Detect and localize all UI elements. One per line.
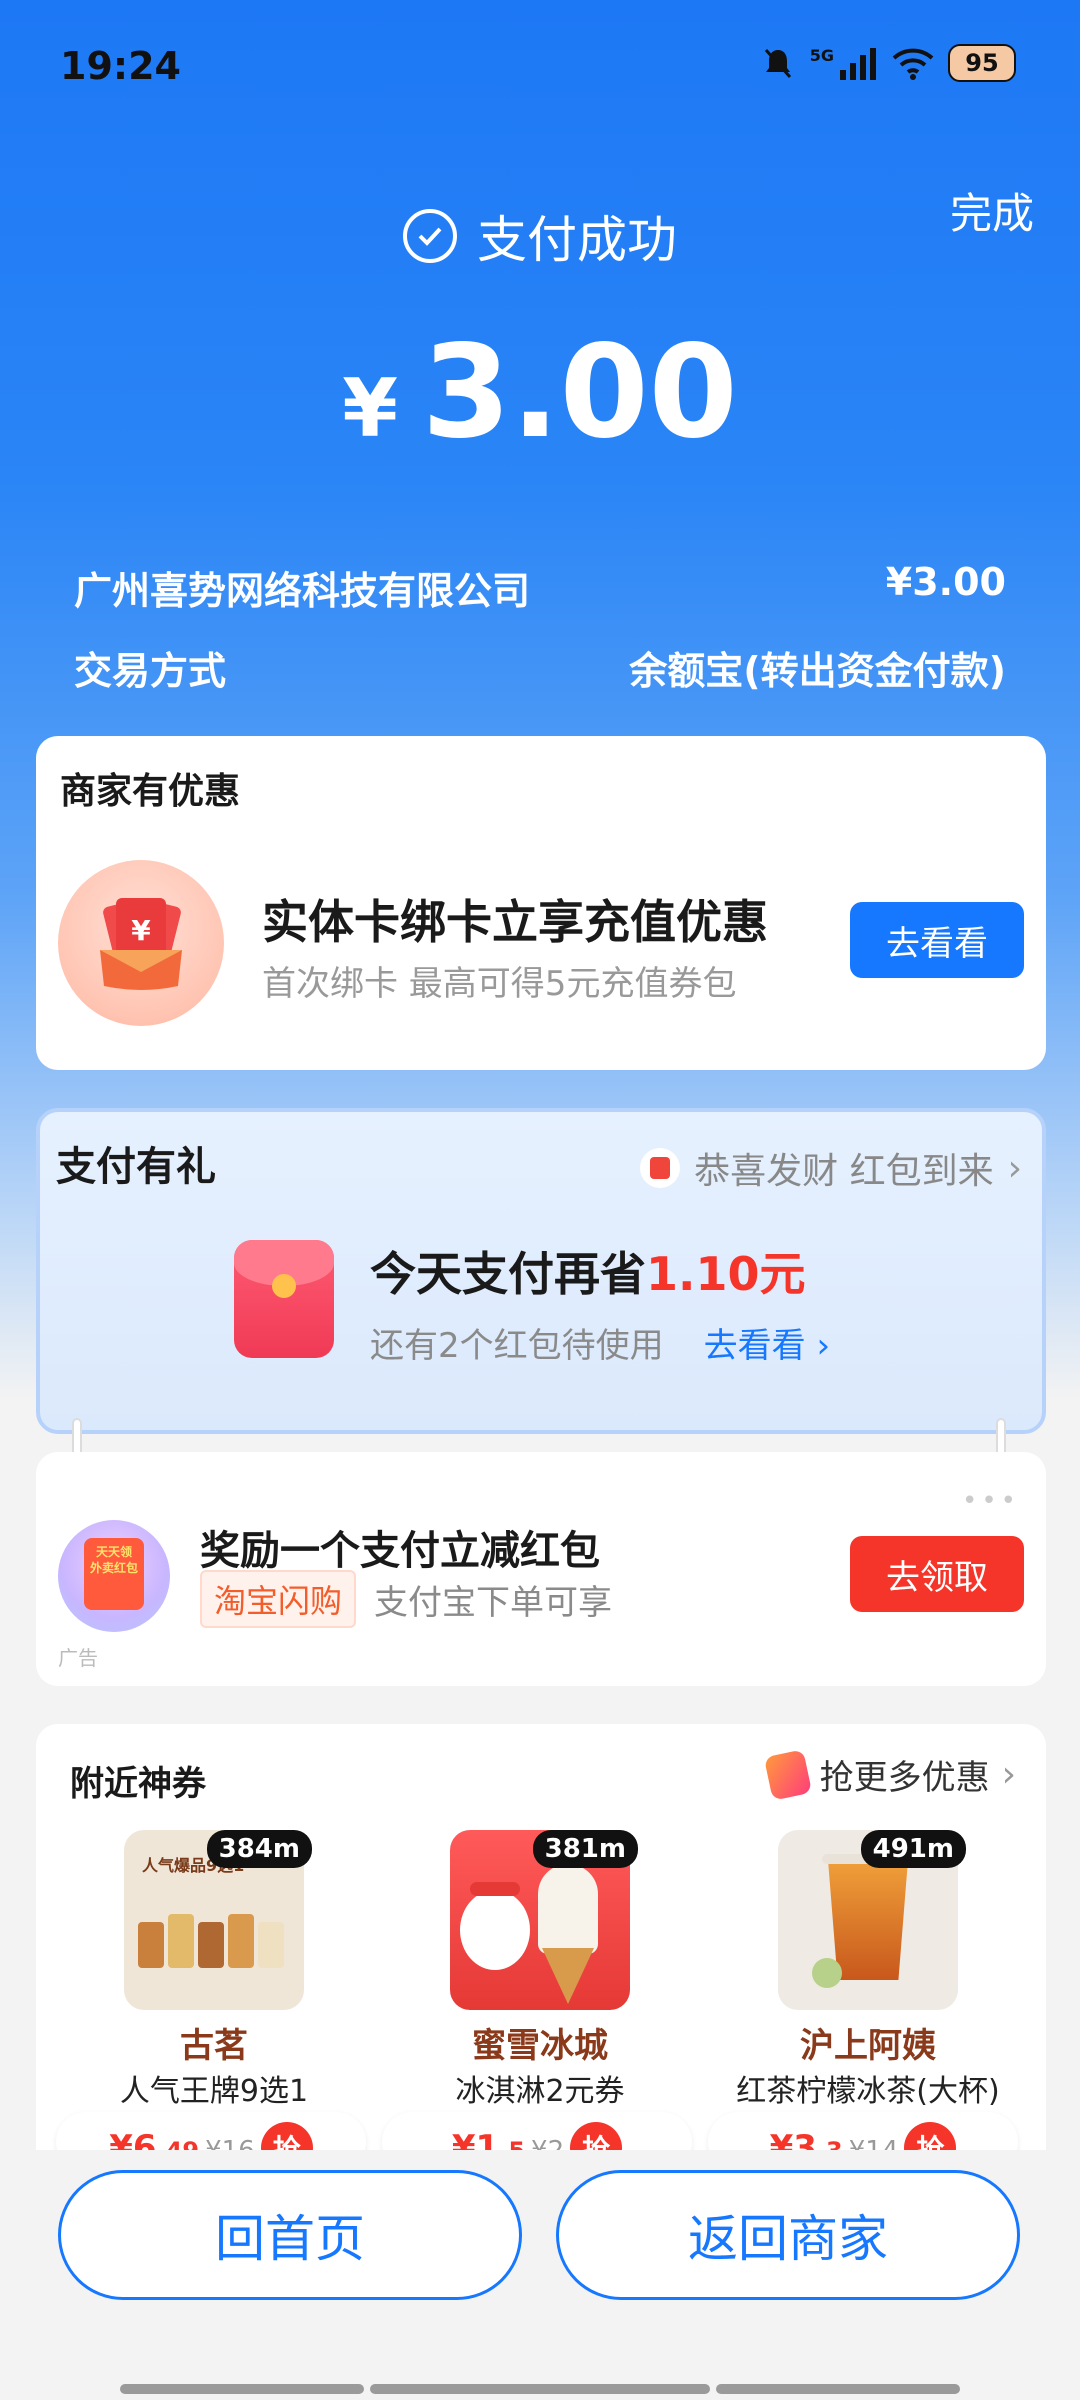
ad-subline-row: 淘宝闪购 支付宝下单可享	[200, 1570, 612, 1628]
status-time: 19:24	[60, 44, 181, 88]
red-envelope-icon: ¥	[58, 860, 224, 1026]
pay-gift-headline-prefix: 今天支付再省	[370, 1247, 646, 1301]
mute-bell-icon	[764, 49, 791, 78]
nav-segment-1	[120, 2384, 364, 2394]
claim-button[interactable]: 去领取	[850, 1536, 1024, 1612]
ad-card: ••• 天天领 外卖红包 奖励一个支付立减红包 淘宝闪购 支付宝下单可享 去领取…	[36, 1452, 1046, 1686]
shop-name: 沪上阿姨	[800, 2026, 936, 2066]
back-to-merchant-button[interactable]: 返回商家	[556, 2170, 1020, 2300]
ad-subline: 支付宝下单可享	[374, 1582, 613, 1623]
merchant-offer-headline: 实体卡绑卡立享充值优惠	[262, 895, 768, 949]
distance-badge: 381m	[532, 1830, 638, 1868]
method-value: 余额宝(转出资金付款)	[629, 649, 1006, 693]
ad-icon: 天天领 外卖红包	[58, 1520, 170, 1632]
ad-icon-text-1: 天天领	[95, 1545, 132, 1559]
pay-gift-link-text: 恭喜发财 红包到来	[694, 1151, 994, 1192]
pay-gift-view-link[interactable]: 去看看 ›	[704, 1318, 830, 1367]
pay-gift-card: 支付有礼 恭喜发财 红包到来 › 今天支付再省1.10元 还有2个红包待使用 去…	[36, 1108, 1046, 1434]
more-offers-link[interactable]: 抢更多优惠 ›	[763, 1748, 1016, 1801]
merchant-row: 广州喜势网络科技有限公司 ¥3.00	[74, 560, 1006, 615]
shop-name: 古茗	[180, 2026, 248, 2066]
ad-title: 奖励一个支付立减红包	[200, 1528, 600, 1574]
network-type: 5G	[809, 45, 834, 65]
shop-desc: 人气王牌9选1	[119, 2074, 309, 2109]
distance-badge: 491m	[860, 1830, 966, 1868]
red-packet-small-icon	[640, 1148, 681, 1188]
coupon-item-1[interactable]: 人气爆品9选1 384m	[124, 1830, 312, 2010]
chevron-right-icon: ›	[1001, 1754, 1016, 1795]
method-row: 交易方式 余额宝(转出资金付款)	[74, 640, 1006, 695]
payment-amount: ¥ 3.00	[0, 318, 1080, 467]
pay-gift-headline: 今天支付再省1.10元	[370, 1238, 806, 1304]
nearby-title: 附近神券	[70, 1764, 206, 1804]
pay-gift-subline: 还有2个红包待使用	[370, 1326, 664, 1366]
method-label: 交易方式	[74, 649, 227, 693]
coupon-item-3[interactable]: 491m	[778, 1830, 966, 2010]
merchant-offer-subline: 首次绑卡 最高可得5元充值券包	[262, 964, 737, 1004]
ad-label: 广告	[58, 1646, 98, 1670]
more-dots-icon[interactable]: •••	[962, 1486, 1020, 1516]
battery-indicator: 95	[948, 44, 1016, 82]
merchant-offer-card: 商家有优惠 ¥ 实体卡绑卡立享充值优惠 首次绑卡 最高可得5元充值券包 去看看	[36, 736, 1046, 1070]
signal-icon	[840, 48, 876, 80]
merchant-name: 广州喜势网络科技有限公司	[74, 569, 531, 613]
amount-value: 3.00	[421, 318, 738, 467]
home-button[interactable]: 回首页	[58, 2170, 522, 2300]
shop-name: 蜜雪冰城	[472, 2026, 608, 2066]
status-icons: 5G 95	[760, 44, 1016, 82]
shop-desc: 冰淇淋2元券	[455, 2074, 625, 2109]
gift-icon	[763, 1748, 812, 1801]
chevron-right-icon: ›	[1007, 1147, 1022, 1189]
ad-icon-text-2: 外卖红包	[89, 1561, 138, 1575]
pay-gift-subline-row: 还有2个红包待使用 去看看 ›	[370, 1318, 830, 1367]
currency-symbol: ¥	[342, 362, 398, 455]
merchant-offer-title: 商家有优惠	[60, 771, 241, 812]
wifi-icon	[892, 48, 934, 80]
red-envelope-icon	[234, 1240, 334, 1358]
check-circle-icon	[403, 209, 457, 263]
svg-text:¥: ¥	[131, 914, 151, 947]
nav-segment-2	[370, 2384, 710, 2394]
shop-desc: 红茶柠檬冰茶(大杯)	[736, 2074, 1000, 2109]
success-text: 支付成功	[477, 211, 677, 269]
merchant-amount: ¥3.00	[885, 560, 1006, 604]
view-offer-button[interactable]: 去看看	[850, 902, 1024, 978]
pay-gift-amount: 1.10元	[646, 1247, 806, 1301]
nav-segment-3	[716, 2384, 960, 2394]
coupon-item-2[interactable]: 381m	[450, 1830, 638, 2010]
more-offers-text: 抢更多优惠	[819, 1758, 990, 1798]
payment-success-row: 支付成功	[0, 200, 1080, 272]
distance-badge: 384m	[206, 1830, 312, 1868]
pay-gift-title: 支付有礼	[56, 1144, 216, 1190]
pay-gift-link[interactable]: 恭喜发财 红包到来 ›	[640, 1142, 1022, 1194]
ad-tag: 淘宝闪购	[200, 1570, 357, 1628]
